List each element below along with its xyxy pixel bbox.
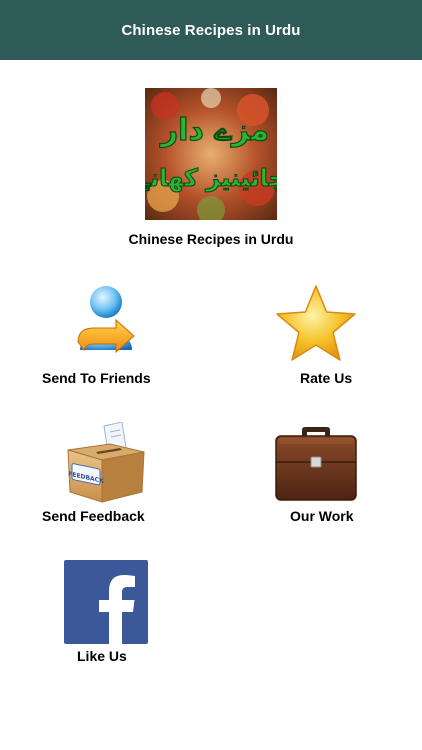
header-title: Chinese Recipes in Urdu (121, 21, 301, 39)
send-feedback-button[interactable]: FEEDBACK Send Feedback (42, 421, 172, 528)
rate-us-button[interactable]: Rate Us (272, 284, 362, 390)
app-header: Chinese Recipes in Urdu (0, 0, 422, 60)
app-caption: Chinese Recipes in Urdu (128, 231, 294, 247)
logo-urdu-line2: چائینیز کھانے (145, 164, 277, 192)
send-feedback-label: Send Feedback (42, 508, 145, 524)
logo-urdu-line1: مزے دار (159, 113, 269, 148)
recipe-logo-icon: مزے دار چائینیز کھانے (145, 88, 277, 220)
send-to-friends-label: Send To Friends (42, 370, 151, 386)
like-us-label: Like Us (77, 648, 127, 664)
send-to-friends-button[interactable]: Send To Friends (42, 284, 172, 390)
rate-us-label: Rate Us (300, 370, 353, 386)
star-icon (274, 284, 358, 364)
like-us-button[interactable]: Like Us (64, 560, 148, 664)
briefcase-icon (274, 426, 358, 502)
user-share-icon (76, 284, 136, 362)
our-work-label: Our Work (290, 508, 354, 524)
feedback-box-icon: FEEDBACK (66, 421, 146, 504)
facebook-icon (64, 560, 148, 644)
our-work-button[interactable]: Our Work (272, 422, 362, 528)
